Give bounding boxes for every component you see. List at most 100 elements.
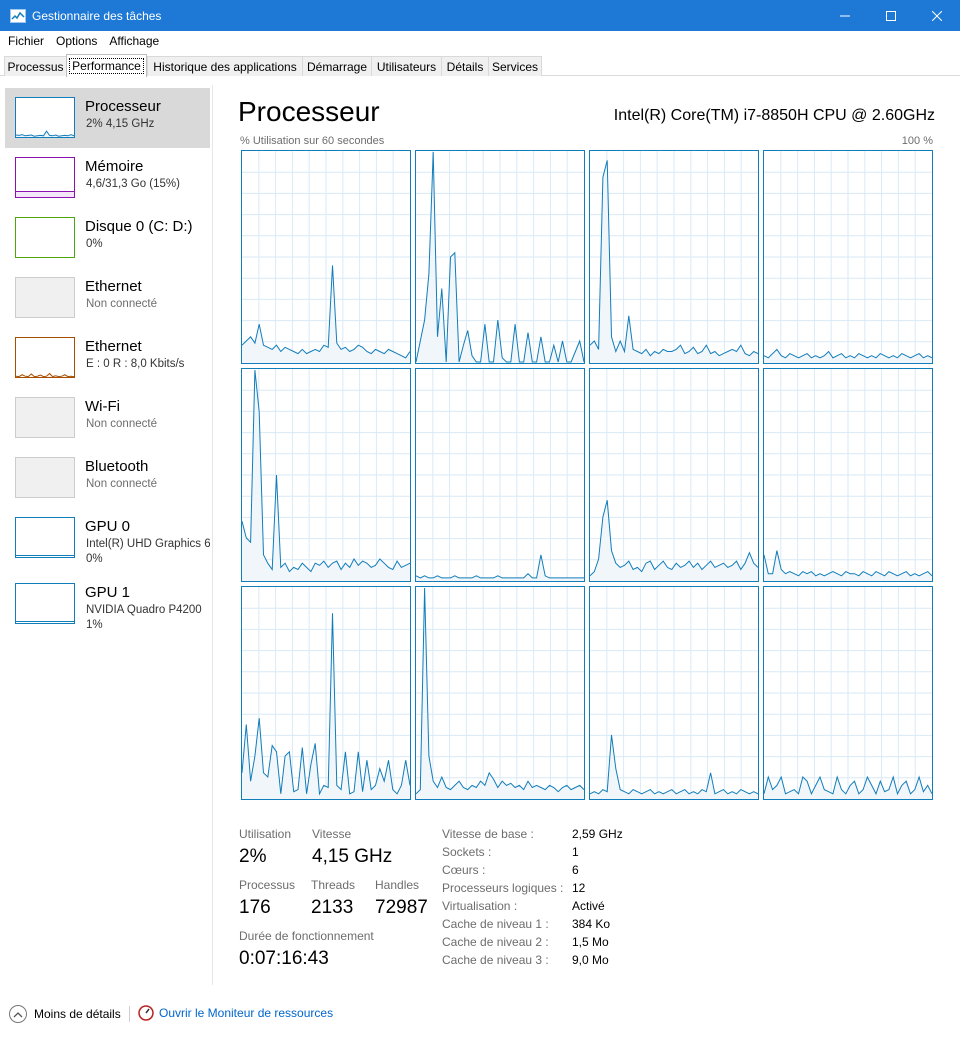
sidebar-item-sub: 0%: [86, 238, 103, 250]
uptime-label: Durée de fonctionnement: [239, 929, 374, 943]
spec-value: Activé: [572, 899, 605, 913]
sidebar-item-ethernet-2[interactable]: Ethernet E : 0 R : 8,0 Kbits/s: [5, 328, 210, 388]
spec-value: 1,5 Mo: [572, 935, 609, 949]
spec-label: Virtualisation :: [442, 899, 518, 913]
memory-thumb-fill: [16, 191, 74, 197]
ethernet-thumb-disabled: [15, 277, 75, 318]
collapse-icon: [9, 1005, 27, 1023]
open-resource-monitor-label: Ouvrir le Moniteur de ressources: [159, 1006, 334, 1020]
close-icon: [932, 10, 942, 21]
cpu-core-graph-svg: [763, 151, 933, 363]
less-details-button[interactable]: Moins de détails: [9, 1005, 121, 1023]
sidebar: Processeur 2% 4,15 GHz Mémoire 4,6/31,3 …: [0, 85, 212, 985]
footer: Moins de détails Ouvrir le Moniteur de r…: [0, 1000, 960, 1030]
close-button[interactable]: [914, 0, 960, 31]
cpu-core-graph-svg: [241, 587, 411, 799]
sidebar-item-disque[interactable]: Disque 0 (C: D:) 0%: [5, 208, 210, 268]
tab-performance[interactable]: Performance: [66, 54, 147, 77]
handles-value: 72987: [375, 897, 428, 918]
sidebar-item-sub: Intel(R) UHD Graphics 630: [86, 538, 210, 550]
sidebar-item-title: Disque 0 (C: D:): [85, 218, 193, 235]
spec-value: 384 Ko: [572, 917, 611, 931]
sidebar-divider: [212, 85, 213, 985]
bluetooth-thumb-disabled: [15, 457, 75, 498]
sidebar-item-title: Ethernet: [85, 338, 142, 355]
sidebar-item-wifi[interactable]: Wi-Fi Non connecté: [5, 388, 210, 448]
cpu-core-graph-svg: [589, 151, 759, 363]
graph-max-label: 100 %: [901, 135, 933, 147]
threads-label: Threads: [311, 878, 356, 892]
sidebar-item-title: Ethernet: [85, 278, 142, 295]
maximize-button[interactable]: [868, 0, 914, 31]
utilisation-label: Utilisation: [239, 827, 292, 841]
sidebar-item-bluetooth[interactable]: Bluetooth Non connecté: [5, 448, 210, 508]
cpu-core-graph: [415, 586, 585, 800]
spec-label: Processeurs logiques :: [442, 881, 564, 895]
menu-fichier[interactable]: Fichier: [2, 34, 50, 48]
minimize-button[interactable]: [822, 0, 868, 31]
tab-services[interactable]: Services: [488, 56, 542, 76]
cpu-core-graph: [241, 368, 411, 582]
cpu-core-graph: [589, 368, 759, 582]
menu-options[interactable]: Options: [50, 34, 103, 48]
menu-affichage[interactable]: Affichage: [103, 34, 165, 48]
title-bar: Gestionnaire des tâches: [0, 0, 960, 31]
processus-value: 176: [239, 897, 271, 918]
less-details-label: Moins de détails: [34, 1007, 121, 1021]
cpu-core-graph-svg: [415, 587, 585, 799]
tab-processus[interactable]: Processus: [4, 56, 67, 76]
vitesse-value: 4,15 GHz: [312, 846, 393, 867]
cpu-core-graph: [589, 586, 759, 800]
tab-historique[interactable]: Historique des applications: [147, 56, 303, 76]
ethernet-thumb-graph: [15, 337, 75, 378]
gpu0-thumb-graph: [15, 517, 75, 558]
spec-value: 9,0 Mo: [572, 953, 609, 967]
open-resource-monitor-link[interactable]: Ouvrir le Moniteur de ressources: [138, 1005, 333, 1021]
threads-value: 2133: [311, 897, 354, 918]
sidebar-item-processeur[interactable]: Processeur 2% 4,15 GHz: [5, 88, 210, 148]
memory-thumb-graph: [15, 157, 75, 198]
ethernet-thumb-svg: [16, 372, 74, 377]
cpu-core-graph-svg: [589, 369, 759, 581]
tab-bar: Processus Performance Historique des app…: [0, 54, 960, 77]
tab-label: Services: [491, 59, 538, 74]
processus-label: Processus: [239, 878, 296, 892]
gpu1-thumb-line: [16, 621, 74, 622]
tab-utilisateurs[interactable]: Utilisateurs: [371, 56, 442, 76]
tab-details[interactable]: Détails: [441, 56, 489, 76]
cpu-core-graph-svg: [415, 151, 585, 363]
sidebar-item-sub: E : 0 R : 8,0 Kbits/s: [86, 358, 185, 370]
window-title: Gestionnaire des tâches: [32, 8, 162, 23]
cpu-core-graph-svg: [241, 369, 411, 581]
spec-label: Cache de niveau 1 :: [442, 917, 549, 931]
sidebar-item-title: Processeur: [85, 98, 161, 115]
tab-label: Performance: [69, 58, 144, 74]
gpu1-thumb-graph: [15, 583, 75, 624]
wifi-thumb-disabled: [15, 397, 75, 438]
resource-monitor-icon: [138, 1005, 154, 1021]
cpu-thumb-graph: [15, 97, 75, 138]
cpu-thumb-svg: [16, 130, 74, 137]
spec-label: Vitesse de base :: [442, 827, 534, 841]
cpu-core-graph-svg: [763, 587, 933, 799]
sidebar-item-sub2: 1%: [86, 619, 103, 631]
handles-label: Handles: [375, 878, 420, 892]
sidebar-item-ethernet-1[interactable]: Ethernet Non connecté: [5, 268, 210, 328]
spec-value: 6: [572, 863, 579, 877]
cpu-core-graph: [763, 586, 933, 800]
graph-axis-label: % Utilisation sur 60 secondes: [240, 135, 385, 147]
uptime-value: 0:07:16:43: [239, 948, 329, 969]
cpu-model-name: Intel(R) Core(TM) i7-8850H CPU @ 2.60GHz: [613, 107, 935, 124]
cpu-core-graph: [415, 150, 585, 364]
tab-label: Démarrage: [306, 59, 368, 74]
tab-demarrage[interactable]: Démarrage: [302, 56, 372, 76]
cpu-core-graph: [589, 150, 759, 364]
sidebar-item-sub: Non connecté: [86, 298, 157, 310]
sidebar-item-title: GPU 1: [85, 584, 131, 601]
tab-label: Détails: [446, 59, 484, 74]
sidebar-item-memoire[interactable]: Mémoire 4,6/31,3 Go (15%): [5, 148, 210, 208]
sidebar-item-gpu0[interactable]: GPU 0 Intel(R) UHD Graphics 630 0%: [5, 508, 210, 568]
sidebar-item-sub: NVIDIA Quadro P4200: [86, 604, 202, 616]
sidebar-item-gpu1[interactable]: GPU 1 NVIDIA Quadro P4200 1%: [5, 574, 210, 634]
tab-label: Utilisateurs: [376, 59, 437, 74]
